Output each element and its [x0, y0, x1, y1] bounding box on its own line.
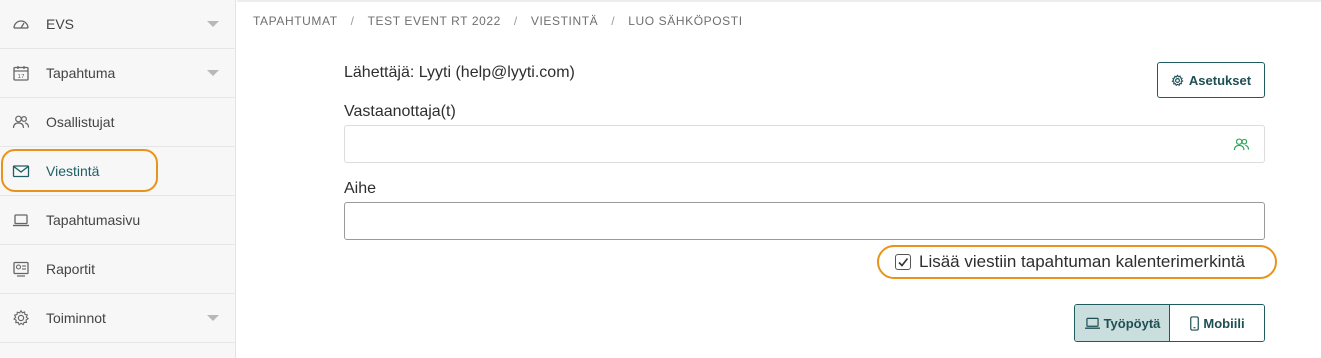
sidebar-item-label: Toiminnot	[46, 310, 106, 326]
envelope-icon	[12, 162, 30, 180]
mobile-phone-icon	[1189, 315, 1200, 331]
desktop-view-label: Työpöytä	[1103, 315, 1161, 331]
recipients-label: Vastaanottaja(t)	[344, 103, 456, 120]
sidebar-item-viestinta[interactable]: Viestintä	[0, 147, 236, 196]
settings-button-label: Asetukset	[1188, 72, 1252, 88]
sidebar-item-tapahtuma[interactable]: 17 Tapahtuma	[0, 49, 236, 98]
sidebar-item-label: Raportit	[46, 261, 96, 277]
people-icon	[12, 113, 30, 131]
breadcrumb-separator: /	[611, 14, 616, 28]
sidebar-item-tapahtumasivu[interactable]: Tapahtumasivu	[0, 196, 236, 245]
calendar-checkbox[interactable]	[895, 254, 911, 270]
sidebar-item-label: EVS	[46, 16, 75, 32]
recipients-input[interactable]	[344, 125, 1265, 163]
breadcrumb-separator: /	[513, 14, 518, 28]
subject-input[interactable]	[344, 202, 1265, 240]
sidebar-item-label: Tapahtumasivu	[46, 212, 141, 228]
view-toggle: Työpöytä Mobiili	[1074, 304, 1265, 342]
calendar-checkbox-row[interactable]: Lisää viestiin tapahtuman kalenterimerki…	[877, 245, 1277, 279]
breadcrumb-item[interactable]: TAPAHTUMAT	[253, 14, 338, 28]
sidebar-item-raportit[interactable]: Raportit	[0, 245, 236, 294]
breadcrumb-item[interactable]: VIESTINTÄ	[531, 14, 598, 28]
gear-icon	[12, 309, 30, 327]
breadcrumb-item[interactable]: TEST EVENT RT 2022	[368, 14, 501, 28]
chevron-down-icon	[207, 70, 219, 76]
dashboard-gauge-icon	[12, 15, 30, 33]
sidebar-item-toiminnot[interactable]: Toiminnot	[0, 294, 236, 343]
sidebar-item-evs[interactable]: EVS	[0, 0, 236, 49]
mobile-view-label: Mobiili	[1203, 315, 1245, 331]
people-icon[interactable]	[1233, 137, 1250, 157]
report-icon	[12, 260, 30, 278]
mobile-view-button[interactable]: Mobiili	[1170, 305, 1264, 341]
sidebar-item-osallistujat[interactable]: Osallistujat	[0, 98, 236, 147]
calendar-icon: 17	[12, 64, 30, 82]
sidebar-item-label: Osallistujat	[46, 114, 115, 130]
top-divider	[237, 0, 1321, 2]
gear-icon	[1171, 73, 1184, 87]
laptop-icon	[12, 211, 30, 229]
breadcrumb-item-current: LUO SÄHKÖPOSTI	[628, 14, 743, 28]
breadcrumb-separator: /	[350, 14, 355, 28]
subject-label: Aihe	[344, 180, 377, 197]
sidebar: EVS 17 Tapahtuma Osallistujat Viestintä …	[0, 0, 236, 358]
chevron-down-icon	[207, 21, 219, 27]
sidebar-item-label: Viestintä	[46, 163, 100, 179]
calendar-checkbox-label: Lisää viestiin tapahtuman kalenterimerki…	[919, 252, 1246, 271]
sidebar-item-label: Tapahtuma	[46, 65, 116, 81]
settings-button[interactable]: Asetukset	[1157, 62, 1265, 98]
laptop-icon	[1084, 317, 1101, 330]
chevron-down-icon	[207, 315, 219, 321]
sender-text: Lähettäjä: Lyyti (help@lyyti.com)	[344, 64, 575, 81]
breadcrumb: TAPAHTUMAT / TEST EVENT RT 2022 / VIESTI…	[253, 14, 743, 28]
svg-text:17: 17	[18, 74, 25, 80]
desktop-view-button[interactable]: Työpöytä	[1075, 305, 1170, 341]
